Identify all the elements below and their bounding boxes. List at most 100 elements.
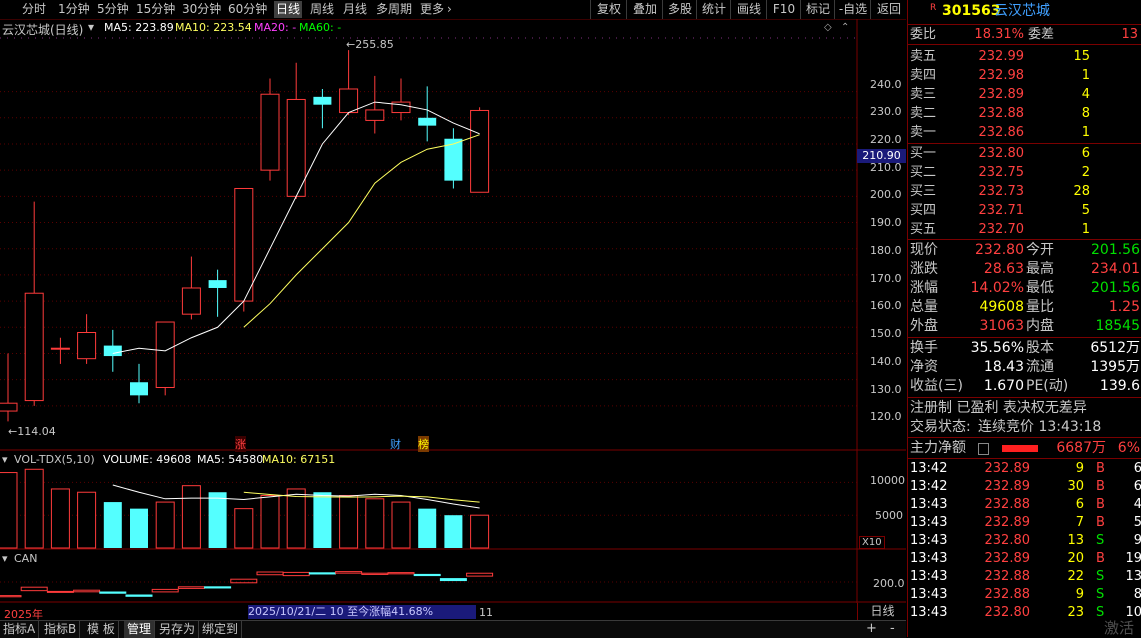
main-net-pct: 6% (1117, 440, 1140, 456)
fuquan-button[interactable]: 复权 (590, 0, 627, 19)
ma10-label: MA10: 223.54 (175, 21, 252, 34)
main-net-row: 主力净额 6687万 6% (908, 439, 1141, 458)
period-tab-more[interactable]: 更多 (420, 1, 444, 18)
zoom-in-icon[interactable]: + (866, 621, 877, 636)
period-tab-timeshare[interactable]: 分时 (22, 1, 46, 18)
sell-volume: 4 (1081, 87, 1090, 102)
chevron-down-icon[interactable]: ▾ (88, 20, 94, 34)
kline-chart[interactable] (0, 19, 906, 603)
volume-multiplier: X10 (859, 536, 885, 549)
weicha-value: 13 (1121, 27, 1138, 42)
sell-level-label: 卖一 (910, 125, 937, 140)
add-watchlist-button[interactable]: -自选 (834, 0, 871, 19)
candle-body-down (313, 96, 332, 105)
tick-time: 13:43 (910, 587, 948, 602)
tick-time: 13:43 (910, 605, 948, 620)
tick-time: 13:43 (910, 497, 948, 512)
period-tab-60min[interactable]: 60分钟 (228, 1, 267, 18)
stat-value: 35.56% (970, 340, 1024, 356)
period-tab-1min[interactable]: 1分钟 (58, 1, 90, 18)
tab-save-as[interactable]: 另存为 (156, 621, 200, 638)
volume-bar-down (418, 508, 437, 548)
tab-indicator-b[interactable]: 指标B (41, 621, 81, 638)
volume-indicator-icon[interactable]: ▾ (2, 453, 8, 466)
y-tick: 220.0 (870, 133, 902, 146)
stat-value: 201.56 (1091, 242, 1140, 258)
can-indicator-icon[interactable]: ▾ (2, 552, 8, 565)
collapse-icon[interactable]: ⌃ (841, 22, 849, 33)
tick-count: 6 (1133, 479, 1141, 494)
tick-side: B (1096, 479, 1105, 494)
period-tab-5min[interactable]: 5分钟 (97, 1, 129, 18)
statistics-button[interactable]: 统计 (696, 0, 731, 19)
tick-side: B (1096, 497, 1105, 512)
quote-stat-row: 外盘 31063 内盘 18545 (908, 317, 1141, 336)
tick-count: 19 (1125, 551, 1141, 566)
stat-label: 最高 (1026, 261, 1054, 277)
period-tab-multi[interactable]: 多周期 (376, 1, 412, 18)
period-tab-30min[interactable]: 30分钟 (182, 1, 221, 18)
f10-button[interactable]: F10 (766, 0, 801, 19)
back-button[interactable]: 返回 (870, 0, 907, 19)
tab-manage[interactable]: 管理 (124, 621, 156, 638)
stat-label: 股本 (1026, 340, 1054, 356)
can-bar (335, 571, 363, 574)
list-icon[interactable] (978, 443, 989, 455)
diamond-icon[interactable]: ◇ (824, 22, 832, 33)
zoom-out-icon[interactable]: - (890, 621, 895, 636)
chevron-right-icon[interactable]: › (447, 1, 452, 18)
volume-bar-up (391, 501, 411, 549)
can-bar (0, 595, 22, 598)
y-tick: 170.0 (870, 272, 902, 285)
stat-value: 139.6 (1099, 378, 1140, 394)
tick-volume: 22 (1067, 569, 1084, 584)
period-label[interactable]: 日线 (857, 603, 907, 620)
draw-line-button[interactable]: 画线 (730, 0, 767, 19)
multi-stock-button[interactable]: 多股 (662, 0, 697, 19)
tick-count: 6 (1133, 461, 1141, 476)
tick-count: 9 (1133, 533, 1141, 548)
quote-stat-row: 涨幅 14.02% 最低 201.56 (908, 279, 1141, 298)
event-mark-finance[interactable]: 财 (390, 436, 401, 452)
can-bar (125, 594, 153, 597)
kline-chart-area[interactable]: 云汉芯城(日线) ▾ MA5: 223.89 MA10: 223.54 MA20… (0, 19, 906, 621)
tick-volume: 9 (1075, 587, 1084, 602)
y-tick: 160.0 (870, 299, 902, 312)
event-mark-limit-up[interactable]: 涨 (235, 436, 246, 452)
buy-volume: 28 (1073, 184, 1090, 199)
can-bar (256, 571, 284, 576)
stat-value: 31063 (979, 318, 1024, 334)
stat-label: PE(动) (1026, 378, 1069, 394)
stat-label: 涨跌 (910, 261, 938, 277)
volume-bar-up (24, 468, 44, 549)
overlay-button[interactable]: 叠加 (626, 0, 663, 19)
volume-bar-up (339, 495, 359, 549)
tick-row: 13:43 232.88 22 S 13 (908, 568, 1141, 586)
candle-body-up (339, 88, 359, 114)
volume-indicator-label: VOL-TDX(5,10) (14, 453, 95, 466)
tab-template[interactable]: 模 板 (84, 621, 119, 638)
stat-value: 232.80 (975, 242, 1024, 258)
period-tab-15min[interactable]: 15分钟 (136, 1, 175, 18)
can-bar (387, 572, 415, 575)
period-tab-monthly[interactable]: 月线 (343, 1, 367, 18)
volume-bar-down (130, 508, 148, 548)
volume-bar-up (155, 501, 175, 549)
buy-price: 232.71 (978, 203, 1025, 218)
tick-time: 13:43 (910, 515, 948, 530)
tab-indicator-a[interactable]: 指标A (0, 621, 40, 638)
y-tick: 200.0 (870, 188, 902, 201)
period-tab-daily[interactable]: 日线 (274, 1, 303, 18)
tick-row: 13:43 232.88 9 S 8 (908, 586, 1141, 604)
tick-price: 232.89 (984, 461, 1031, 476)
tab-bind-to[interactable]: 绑定到 (199, 621, 243, 638)
stat-value: 14.02% (970, 280, 1024, 296)
tick-price: 232.88 (984, 587, 1031, 602)
period-tab-weekly[interactable]: 周线 (310, 1, 334, 18)
buy-price: 232.73 (978, 184, 1025, 199)
event-mark-ranking[interactable]: 榜 (418, 436, 429, 452)
y-tick: 130.0 (870, 383, 902, 396)
mark-button[interactable]: 标记 (800, 0, 835, 19)
tick-time: 13:42 (910, 461, 948, 476)
buy-level-row: 买二 232.75 2 (908, 163, 1141, 182)
